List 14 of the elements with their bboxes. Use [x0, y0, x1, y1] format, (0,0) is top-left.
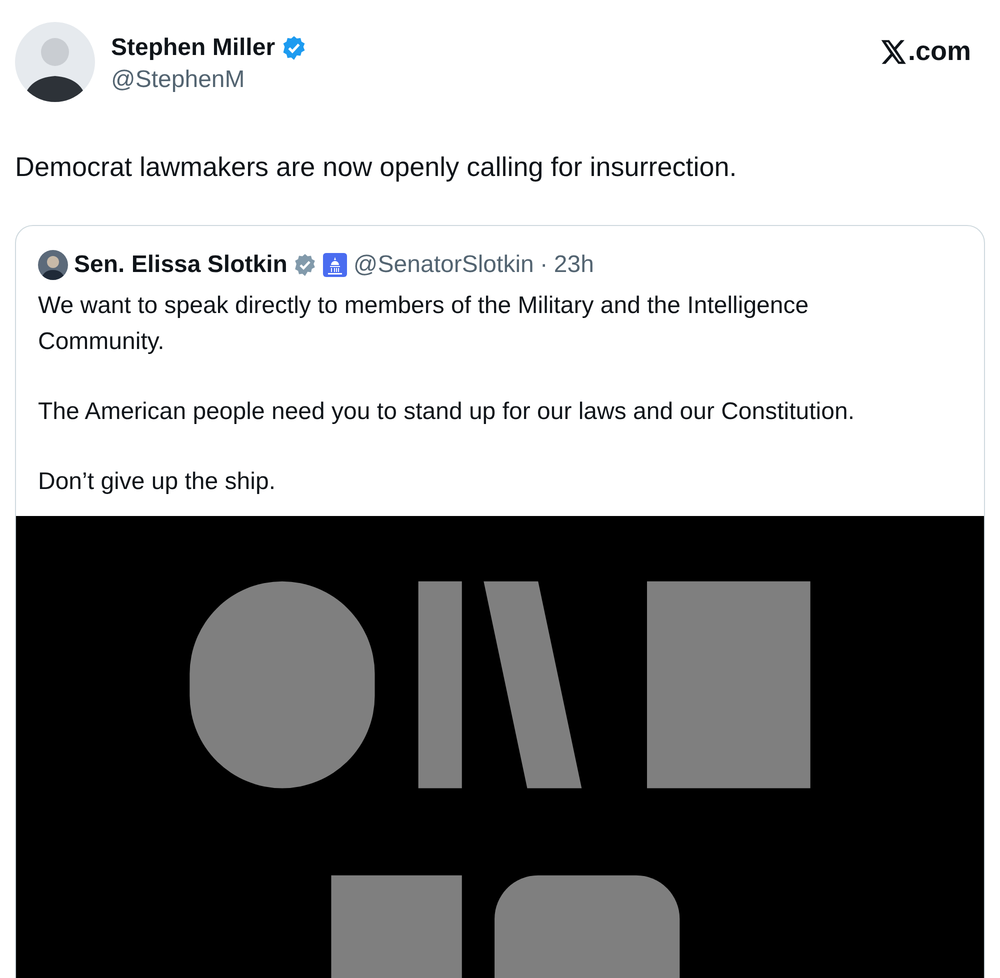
author-name[interactable]: Stephen Miller: [111, 34, 276, 62]
separator-dot: ·: [540, 251, 548, 280]
timestamp[interactable]: 23h: [554, 251, 594, 280]
avatar[interactable]: [38, 250, 68, 280]
quoted-text: We want to speak directly to members of the Military and the Intelligence Community.: [38, 291, 810, 358]
x-logo-icon: [880, 40, 907, 64]
site-label: .com: [908, 36, 971, 67]
author-handle[interactable]: @StephenM: [111, 66, 865, 94]
quoted-tweet-card[interactable]: [15, 225, 985, 978]
quoted-author-name[interactable]: Sen. Elissa Slotkin: [74, 251, 288, 280]
quoted-author-handle[interactable]: @SenatorSlotkin: [353, 251, 534, 280]
quoted-text: Don’t give up the ship.: [38, 467, 276, 498]
tweet-text: Democrat lawmakers are now openly calling for insurrection.: [15, 151, 738, 184]
quoted-text: The American people need you to stand up for our laws and our Constitution.: [38, 397, 856, 428]
